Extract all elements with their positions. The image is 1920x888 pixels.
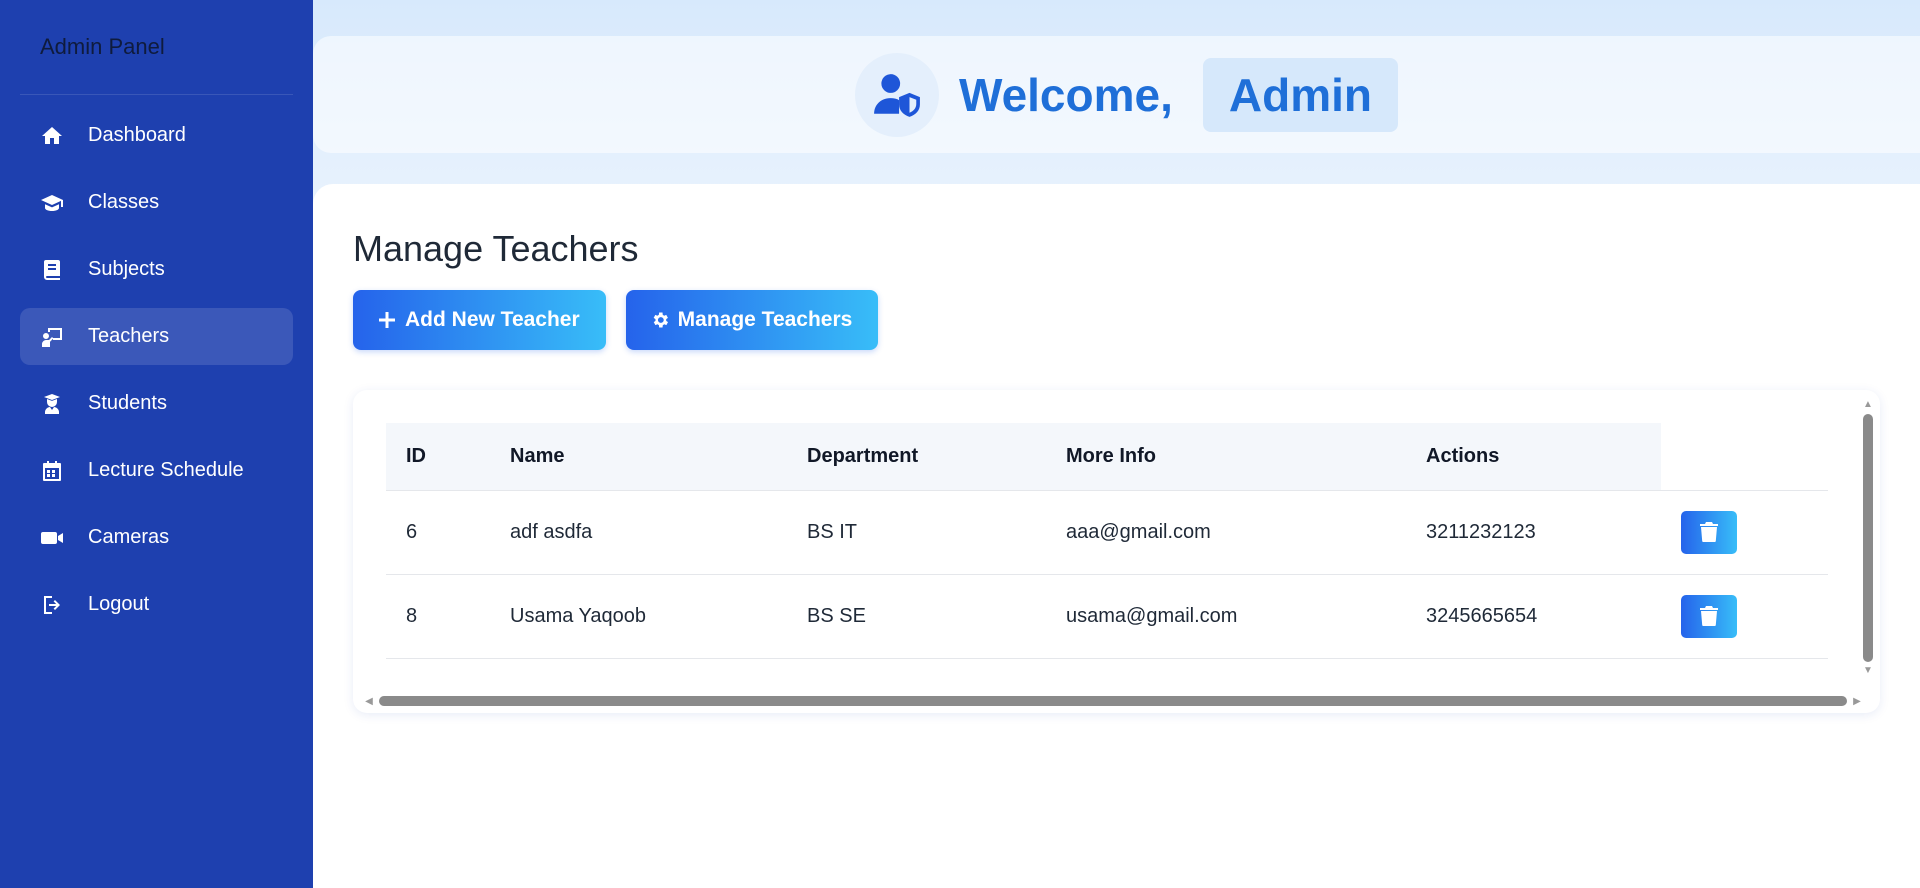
vertical-scrollbar[interactable]: ▲ ▼ xyxy=(1862,400,1874,690)
sidebar: Admin Panel Dashboard Classes Subjects T… xyxy=(0,0,313,888)
user-graduate-icon xyxy=(38,392,66,416)
teachers-table-card: ID Name Department More Info Actions 6 a… xyxy=(353,390,1880,713)
sidebar-item-label: Dashboard xyxy=(88,124,186,146)
scroll-down-arrow-icon[interactable]: ▼ xyxy=(1862,666,1874,676)
welcome-header: Welcome, Admin xyxy=(313,36,1920,153)
trash-icon xyxy=(1700,522,1718,542)
sidebar-item-lecture-schedule[interactable]: Lecture Schedule xyxy=(20,442,293,499)
sidebar-item-label: Subjects xyxy=(88,258,165,280)
vertical-scroll-thumb[interactable] xyxy=(1863,414,1873,662)
add-teacher-button[interactable]: Add New Teacher xyxy=(353,290,606,350)
home-icon xyxy=(38,124,66,148)
delete-button[interactable] xyxy=(1681,510,1737,554)
cell-id: 8 xyxy=(386,574,490,659)
sidebar-brand: Admin Panel xyxy=(20,0,293,95)
welcome-text: Welcome, xyxy=(958,68,1173,121)
table-row: 8 Usama Yaqoob BS SE usama@gmail.com 324… xyxy=(386,574,1828,659)
column-header-more-info: More Info xyxy=(1046,423,1406,491)
column-header-id: ID xyxy=(386,423,490,491)
cell-phone: 3245665654 xyxy=(1406,574,1661,659)
add-teacher-label: Add New Teacher xyxy=(405,308,580,331)
main-content: Manage Teachers Add New Teacher Manage T… xyxy=(313,184,1920,888)
cell-email: usama@gmail.com xyxy=(1046,574,1406,659)
video-camera-icon xyxy=(38,526,66,550)
sidebar-item-label: Classes xyxy=(88,191,160,213)
column-header-blank xyxy=(1661,423,1828,491)
plus-icon xyxy=(377,310,397,330)
graduation-cap-icon xyxy=(38,191,66,215)
sidebar-item-label: Cameras xyxy=(88,526,170,548)
cell-department: BS IT xyxy=(787,490,1046,575)
column-header-name: Name xyxy=(490,423,787,491)
book-icon xyxy=(38,258,66,282)
page-title: Manage Teachers xyxy=(353,228,639,269)
sidebar-item-classes[interactable]: Classes xyxy=(20,174,293,231)
sidebar-item-logout[interactable]: Logout xyxy=(20,576,293,633)
scroll-left-arrow-icon[interactable]: ◀ xyxy=(363,696,375,707)
sidebar-nav: Dashboard Classes Subjects Teachers Stud… xyxy=(20,107,293,633)
manage-teachers-button[interactable]: Manage Teachers xyxy=(625,290,879,350)
horizontal-scroll-thumb[interactable] xyxy=(379,696,1847,706)
welcome-banner: Welcome, Admin xyxy=(854,52,1398,137)
cell-department: BS SE xyxy=(787,574,1046,659)
delete-button[interactable] xyxy=(1681,594,1737,638)
manage-teachers-label: Manage Teachers xyxy=(677,308,853,331)
chalkboard-teacher-icon xyxy=(38,325,66,349)
horizontal-scrollbar[interactable]: ◀ ▶ xyxy=(363,695,1863,707)
table-row: 6 adf asdfa BS IT aaa@gmail.com 32112321… xyxy=(386,490,1828,575)
column-header-department: Department xyxy=(787,423,1046,491)
cell-actions xyxy=(1661,574,1828,659)
cell-name: Usama Yaqoob xyxy=(490,574,787,659)
cell-actions xyxy=(1661,490,1828,575)
user-shield-icon xyxy=(854,52,939,137)
teachers-table: ID Name Department More Info Actions 6 a… xyxy=(386,423,1828,659)
logout-icon xyxy=(38,593,66,617)
cell-email: aaa@gmail.com xyxy=(1046,490,1406,575)
sidebar-item-teachers[interactable]: Teachers xyxy=(20,308,293,365)
sidebar-item-cameras[interactable]: Cameras xyxy=(20,509,293,566)
gear-icon xyxy=(650,310,670,330)
scroll-right-arrow-icon[interactable]: ▶ xyxy=(1851,696,1863,707)
sidebar-item-label: Lecture Schedule xyxy=(88,459,244,481)
action-buttons: Add New Teacher Manage Teachers xyxy=(353,290,1880,350)
trash-icon xyxy=(1700,606,1718,626)
username-badge: Admin xyxy=(1202,57,1398,132)
scroll-up-arrow-icon[interactable]: ▲ xyxy=(1862,400,1874,410)
table-header-row: ID Name Department More Info Actions xyxy=(386,423,1828,491)
cell-id: 6 xyxy=(386,490,490,575)
sidebar-item-label: Logout xyxy=(88,593,150,615)
cell-phone: 3211232123 xyxy=(1406,490,1661,575)
column-header-actions: Actions xyxy=(1406,423,1661,491)
sidebar-item-subjects[interactable]: Subjects xyxy=(20,241,293,298)
sidebar-item-dashboard[interactable]: Dashboard xyxy=(20,107,293,164)
cell-name: adf asdfa xyxy=(490,490,787,575)
calendar-icon xyxy=(38,459,66,483)
sidebar-item-label: Students xyxy=(88,392,167,414)
sidebar-item-label: Teachers xyxy=(88,325,170,347)
sidebar-item-students[interactable]: Students xyxy=(20,375,293,432)
